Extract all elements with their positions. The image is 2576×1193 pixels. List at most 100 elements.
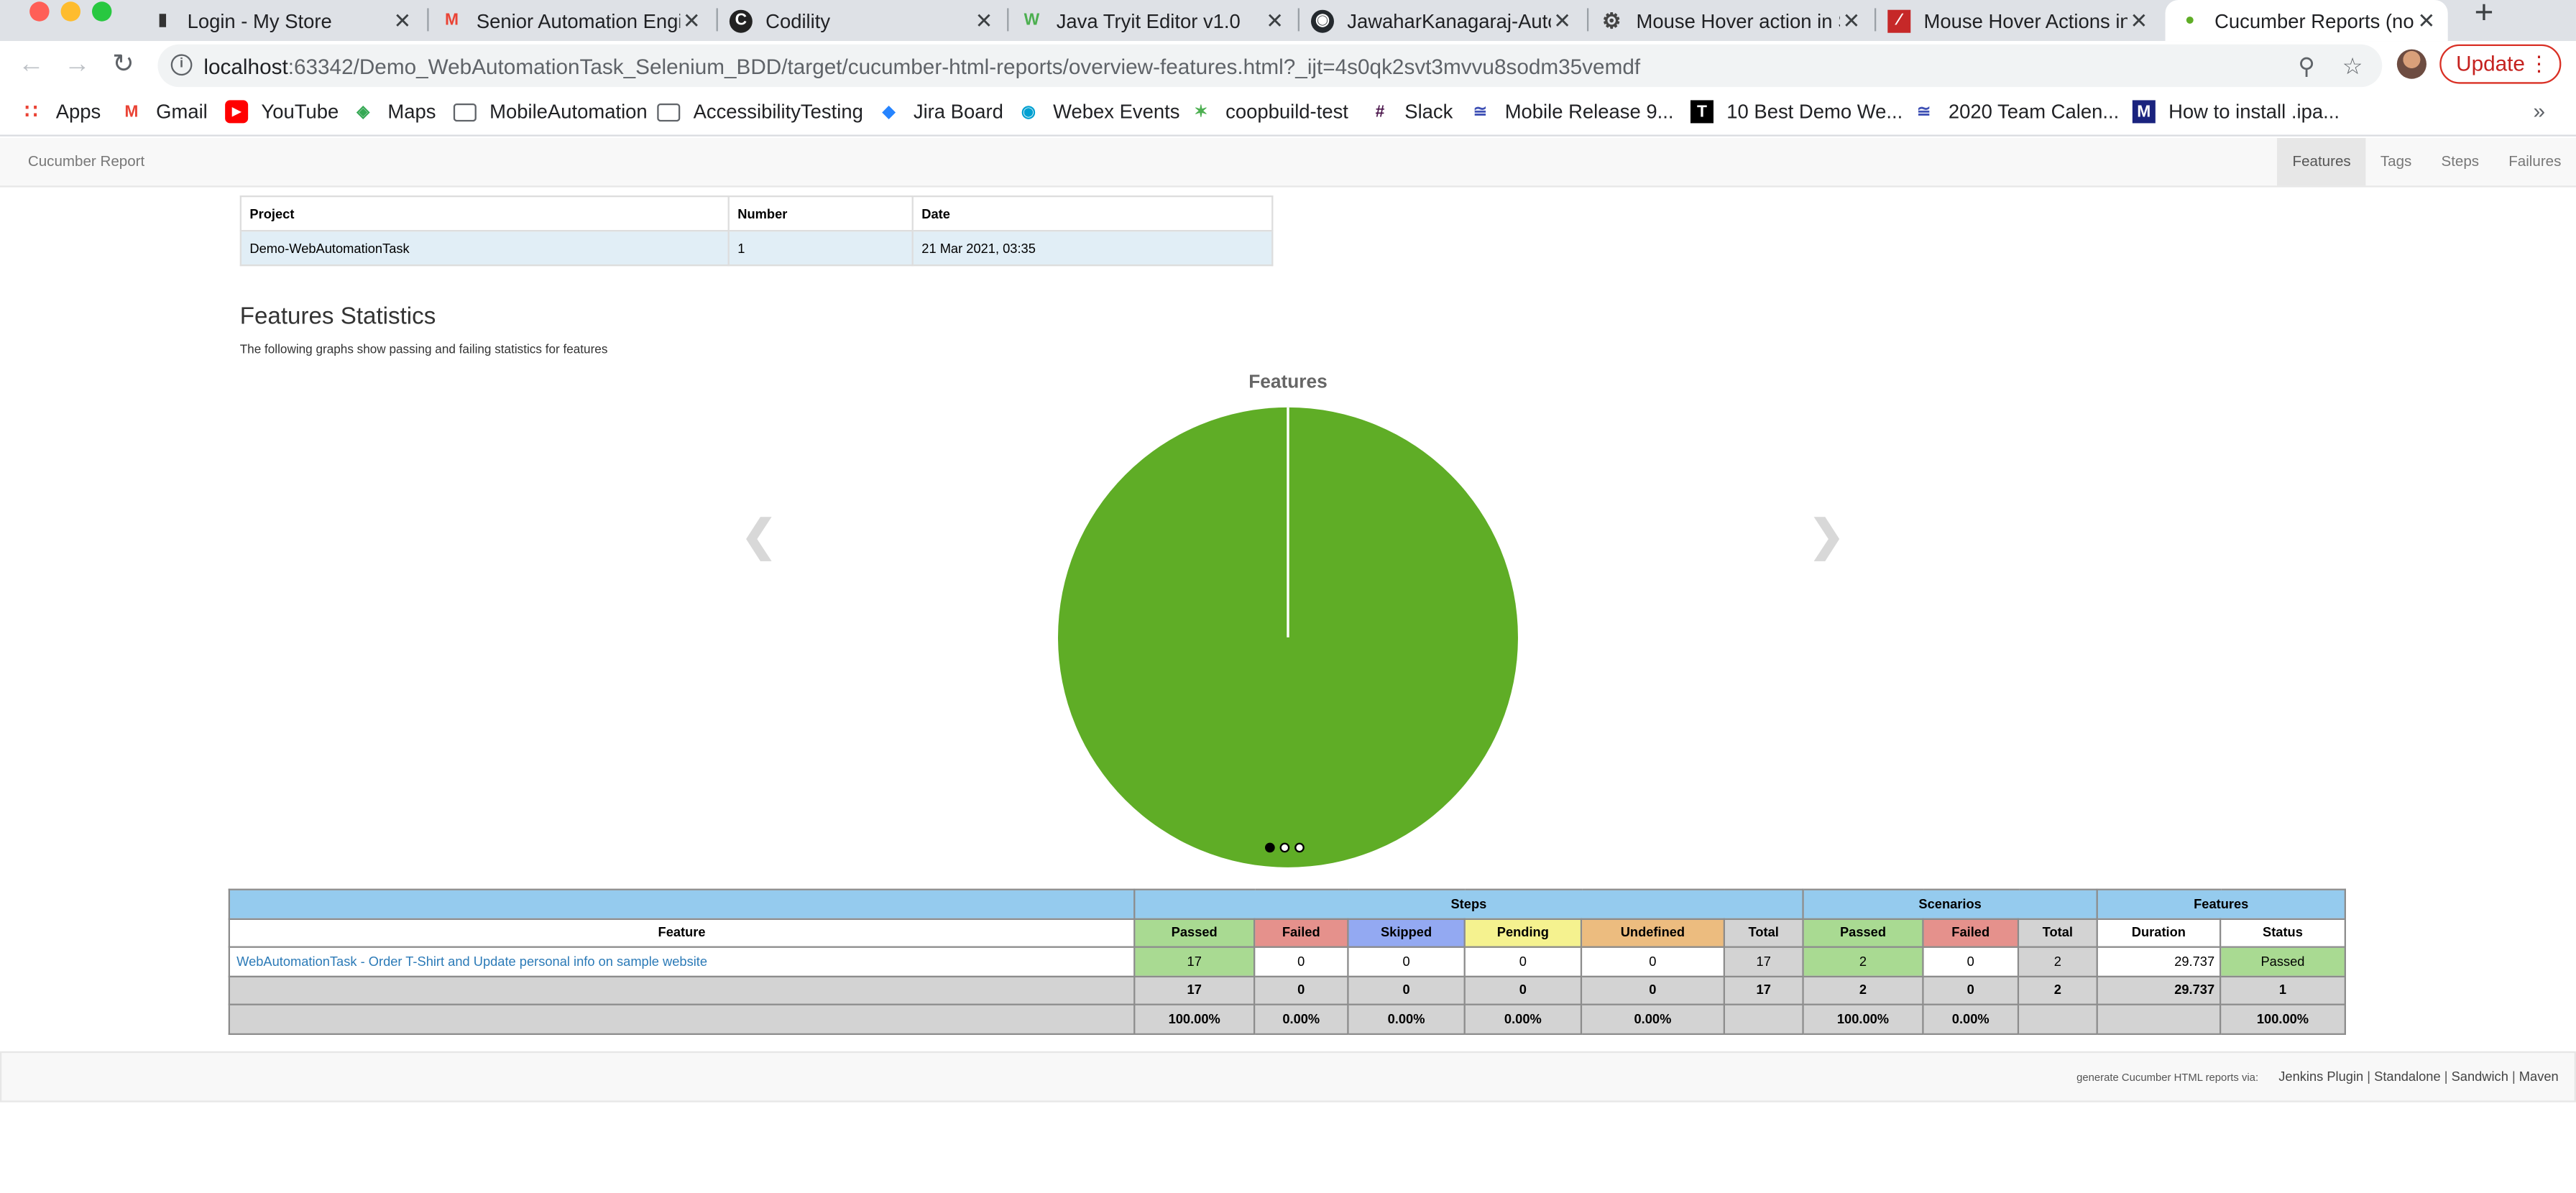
bookmark-star-icon[interactable]: ☆ bbox=[2340, 52, 2366, 79]
close-tab-icon[interactable]: ✕ bbox=[972, 7, 995, 34]
footer-link-standalone[interactable]: Standalone bbox=[2374, 1069, 2441, 1084]
close-tab-icon[interactable]: ✕ bbox=[1840, 7, 1863, 34]
col-steps-total[interactable]: Total bbox=[1723, 917, 1804, 948]
m-logo-icon: M bbox=[2132, 100, 2156, 124]
col-steps-failed[interactable]: Failed bbox=[1253, 917, 1349, 948]
close-window-button[interactable] bbox=[29, 1, 50, 22]
bookmark-coopbuild-test[interactable]: ✶ coopbuild-test bbox=[1190, 98, 1348, 125]
report-brand[interactable]: Cucumber Report bbox=[28, 153, 144, 170]
back-arrow-icon[interactable]: ← bbox=[17, 51, 46, 80]
bookmark-team-calendar[interactable]: ≅ 2020 Team Calen... bbox=[1913, 98, 2119, 125]
close-tab-icon[interactable]: ✕ bbox=[2128, 7, 2150, 34]
update-button[interactable]: Update ⋮ bbox=[2439, 44, 2562, 84]
tab-title: Login - My Store bbox=[187, 9, 332, 32]
close-tab-icon[interactable]: ✕ bbox=[391, 7, 414, 34]
gmail-icon: M bbox=[124, 102, 139, 121]
col-feature[interactable]: Feature bbox=[228, 917, 1136, 948]
browser-tab[interactable]: ▮ Login - My Store ✕ bbox=[151, 0, 414, 41]
carousel-dot[interactable] bbox=[1264, 842, 1275, 853]
more-bookmarks-icon[interactable]: » bbox=[2534, 98, 2546, 123]
new-tab-button[interactable]: + bbox=[2467, 0, 2501, 29]
calendar-icon: ≅ bbox=[1916, 102, 1931, 121]
close-tab-icon[interactable]: ✕ bbox=[2415, 7, 2438, 34]
stats-subtitle: The following graphs show passing and fa… bbox=[239, 341, 608, 356]
bookmark-youtube[interactable]: ▶ YouTube bbox=[225, 98, 339, 125]
percent-steps-undefined: 0.00% bbox=[1580, 1003, 1725, 1034]
col-steps-undefined[interactable]: Undefined bbox=[1580, 917, 1725, 948]
close-tab-icon[interactable]: ✕ bbox=[1264, 7, 1287, 34]
bookmark-webex-events[interactable]: ◉ Webex Events bbox=[1017, 98, 1180, 125]
bookmark-folder-accessibilitytesting[interactable]: AccessibilityTesting bbox=[657, 98, 863, 125]
carousel-next-icon[interactable]: ❯ bbox=[1809, 511, 1845, 562]
bookmark-apps[interactable]: ∷ Apps bbox=[19, 98, 101, 125]
browser-tab[interactable]: W Java Tryit Editor v1.0 ✕ bbox=[1020, 0, 1286, 41]
nav-failures[interactable]: Failures bbox=[2494, 138, 2576, 185]
browser-tab[interactable]: ⚙ Mouse Hover action in S ✕ bbox=[1600, 0, 1863, 41]
gmail-icon: M bbox=[445, 11, 459, 30]
profile-avatar[interactable] bbox=[2396, 49, 2426, 79]
cell-steps-failed: 0 bbox=[1253, 946, 1349, 977]
tab-title: Cucumber Reports (no t bbox=[2214, 9, 2415, 32]
col-steps-passed[interactable]: Passed bbox=[1133, 917, 1256, 948]
zoom-icon[interactable]: ⚲ bbox=[2294, 52, 2320, 79]
footer-link-jenkins[interactable]: Jenkins Plugin bbox=[2278, 1069, 2363, 1084]
browser-tab[interactable]: ∕ Mouse Hover Actions in ✕ bbox=[1887, 0, 2150, 41]
close-tab-icon[interactable]: ✕ bbox=[680, 7, 703, 34]
nav-steps[interactable]: Steps bbox=[2426, 138, 2494, 185]
feature-link[interactable]: WebAutomationTask - Order T-Shirt and Up… bbox=[228, 946, 1136, 977]
bookmark-jira-board[interactable]: ◆ Jira Board bbox=[878, 98, 1003, 125]
total-scenarios-passed: 2 bbox=[1802, 975, 1924, 1005]
close-tab-icon[interactable]: ✕ bbox=[1551, 7, 1574, 34]
forward-arrow-icon[interactable]: → bbox=[63, 51, 92, 80]
nav-features[interactable]: Features bbox=[2277, 137, 2366, 186]
col-scenarios-failed[interactable]: Failed bbox=[1922, 917, 2020, 948]
tab-title: JawaharKanagaraj-Auto bbox=[1347, 9, 1551, 32]
bookmark-mobile-release[interactable]: ≅ Mobile Release 9... bbox=[1468, 98, 1674, 125]
browser-tab[interactable]: M Senior Automation Engi ✕ bbox=[441, 0, 704, 41]
tab-title: Codility bbox=[765, 9, 831, 32]
tab-title: Mouse Hover Actions in bbox=[1923, 9, 2128, 32]
minimize-window-button[interactable] bbox=[60, 1, 80, 22]
folder-icon bbox=[453, 100, 477, 123]
bookmark-gmail[interactable]: M Gmail bbox=[120, 98, 207, 125]
bookmark-demo-websites[interactable]: T 10 Best Demo We... bbox=[1690, 98, 1903, 125]
pinwheel-icon: ✶ bbox=[1194, 102, 1208, 121]
browser-tab-active[interactable]: ● Cucumber Reports (no t ✕ bbox=[2165, 0, 2448, 42]
bookmark-install-ipa[interactable]: M How to install .ipa... bbox=[2132, 98, 2340, 125]
bookmark-folder-mobileautomation[interactable]: MobileAutomation bbox=[453, 98, 648, 125]
percent-scenarios-failed: 0.00% bbox=[1922, 1003, 2020, 1034]
bookmark-maps[interactable]: ◈ Maps bbox=[351, 98, 436, 125]
reload-icon[interactable]: ↻ bbox=[109, 51, 138, 80]
browser-tab[interactable]: C Codility ✕ bbox=[729, 0, 995, 41]
address-bar[interactable]: i localhost:63342/Demo_WebAutomationTask… bbox=[157, 44, 2383, 88]
gear-icon: ⚙ bbox=[1601, 7, 1622, 32]
carousel-dot[interactable] bbox=[1294, 842, 1305, 853]
browser-tab[interactable]: ◉ JawaharKanagaraj-Auto ✕ bbox=[1310, 0, 1574, 41]
cell-steps-passed: 17 bbox=[1133, 946, 1256, 977]
footer-link-maven[interactable]: Maven bbox=[2519, 1069, 2559, 1084]
youtube-icon: ▶ bbox=[225, 100, 249, 124]
col-steps-pending[interactable]: Pending bbox=[1463, 917, 1583, 948]
col-scenarios-passed[interactable]: Passed bbox=[1802, 917, 1924, 948]
col-steps-skipped[interactable]: Skipped bbox=[1347, 917, 1466, 948]
bookmark-slack[interactable]: # Slack bbox=[1368, 98, 1453, 125]
col-duration[interactable]: Duration bbox=[2096, 917, 2222, 948]
menu-dots-icon[interactable]: ⋮ bbox=[2529, 46, 2550, 82]
github-icon: ◉ bbox=[1310, 9, 1334, 32]
maps-icon: ◈ bbox=[356, 102, 369, 121]
col-status[interactable]: Status bbox=[2219, 917, 2346, 948]
url-text[interactable]: localhost:63342/Demo_WebAutomationTask_S… bbox=[203, 54, 1640, 78]
total-steps-pending: 0 bbox=[1463, 975, 1583, 1005]
carousel-dot[interactable] bbox=[1279, 842, 1290, 853]
apps-grid-icon: ∷ bbox=[24, 100, 38, 124]
cell-duration: 29.737 bbox=[2096, 946, 2222, 977]
col-scenarios-total[interactable]: Total bbox=[2017, 917, 2098, 948]
stats-title: Features Statistics bbox=[239, 303, 436, 331]
maximize-window-button[interactable] bbox=[91, 1, 112, 22]
nav-tags[interactable]: Tags bbox=[2365, 138, 2426, 185]
site-info-icon[interactable]: i bbox=[170, 54, 193, 76]
percent-steps-total bbox=[1723, 1003, 1804, 1034]
build-info-table: Project Number Date Demo-WebAutomationTa… bbox=[239, 195, 1274, 267]
footer-link-sandwich[interactable]: Sandwich bbox=[2452, 1069, 2508, 1084]
carousel-prev-icon[interactable]: ❮ bbox=[741, 511, 777, 562]
